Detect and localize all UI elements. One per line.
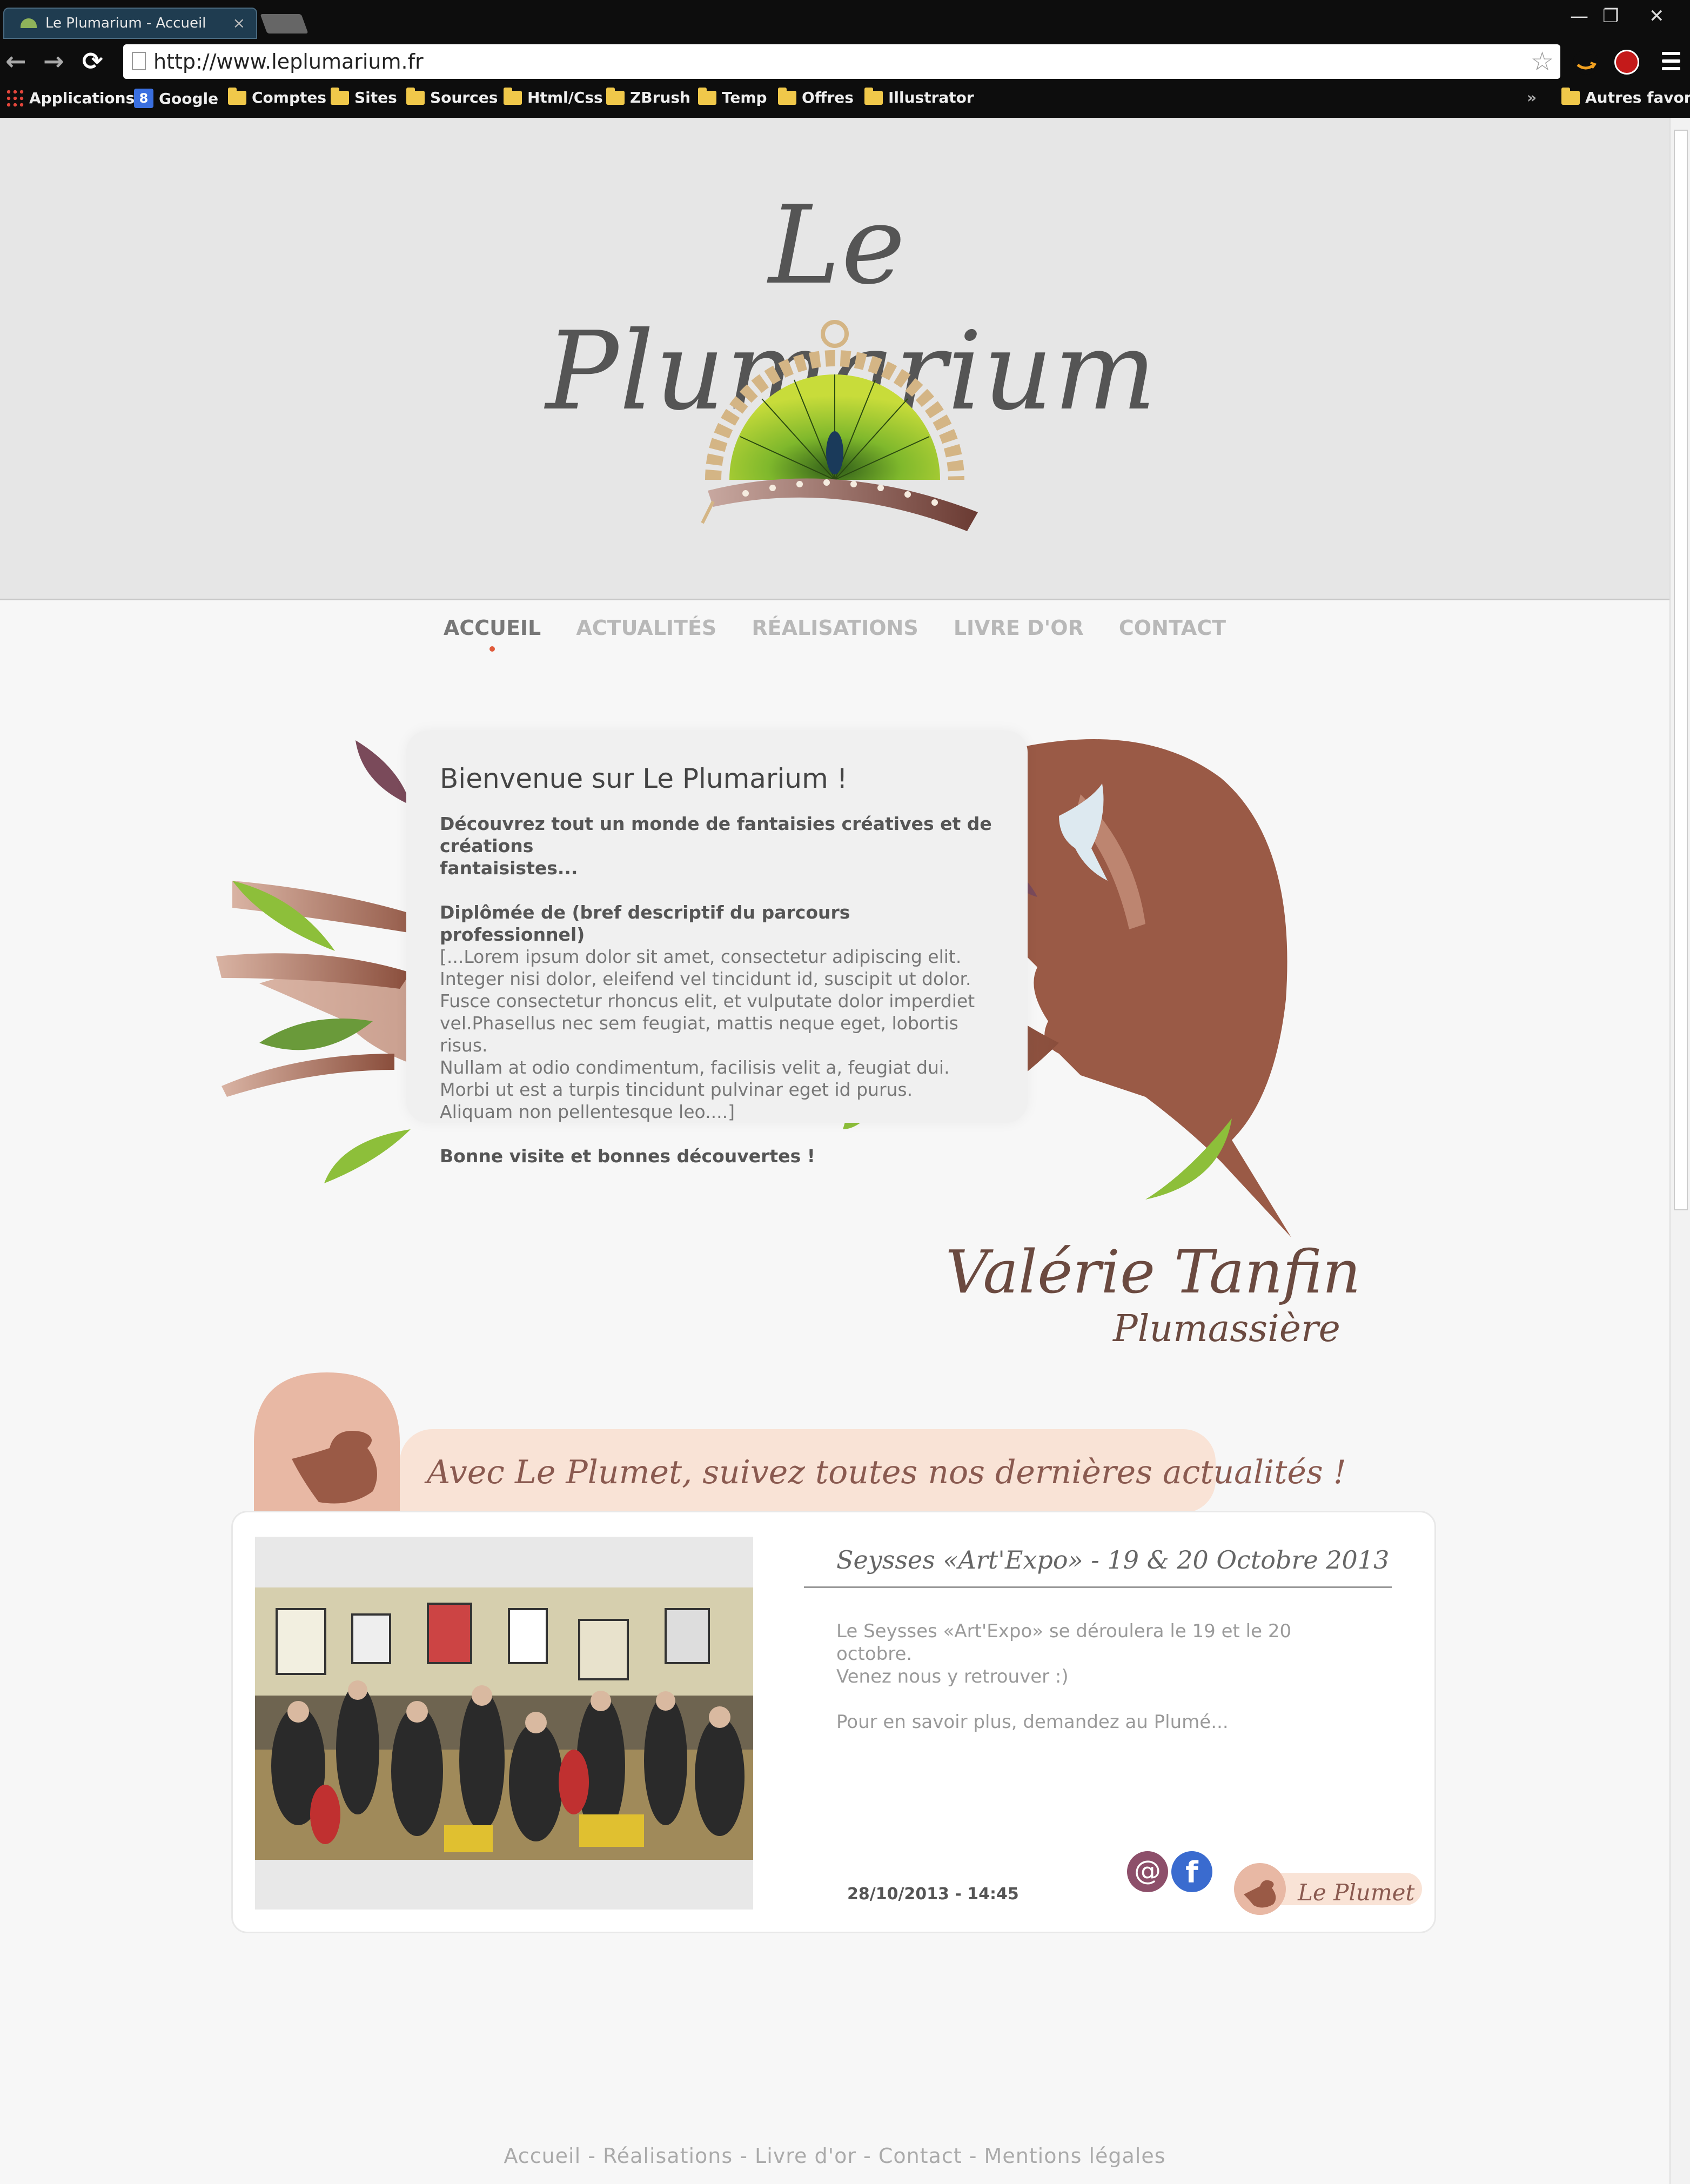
folder-icon — [606, 87, 625, 105]
menu-item-accueil[interactable]: ACCUEIL — [443, 616, 541, 652]
bookmark-star-icon[interactable]: ☆ — [1531, 46, 1554, 77]
menu-item-actualites[interactable]: ACTUALITÉS — [576, 616, 716, 640]
menu-item-realisations[interactable]: RÉALISATIONS — [752, 616, 918, 640]
welcome-text-line: vel.Phasellus nec sem feugiat, mattis ne… — [440, 1013, 958, 1056]
restore-button[interactable]: ❐ — [1602, 5, 1619, 27]
active-indicator-dot — [489, 646, 495, 652]
folder-icon — [1561, 87, 1580, 105]
bookmarks-overflow-button[interactable]: » — [1527, 89, 1537, 106]
le-plumet-tag-text: Le Plumet — [1298, 1879, 1415, 1906]
folder-icon — [504, 87, 522, 105]
folder-icon — [698, 87, 716, 105]
bookmark-label: Comptes — [252, 89, 327, 106]
bookmark-sources[interactable]: Sources — [406, 87, 498, 106]
bookmark-other-favorites[interactable]: Autres favoris — [1561, 87, 1690, 106]
new-tab-button[interactable] — [260, 14, 309, 34]
bookmark-htmlcss[interactable]: Html/Css — [504, 87, 603, 106]
bookmark-label: ZBrush — [630, 89, 690, 106]
bookmark-label: Illustrator — [888, 89, 974, 106]
welcome-text-line: Nullam at odio condimentum, facilisis ve… — [440, 1057, 950, 1078]
bookmarks-bar: Applications 8 Google Comptes Sites Sour… — [0, 85, 1690, 117]
bookmark-label: Sources — [430, 89, 498, 106]
forward-button[interactable]: → — [43, 46, 64, 76]
news-photo[interactable] — [255, 1587, 753, 1860]
news-title-divider — [804, 1586, 1392, 1588]
bookmark-temp[interactable]: Temp — [698, 87, 767, 106]
menu-label: RÉALISATIONS — [752, 616, 918, 640]
news-banner-text: Avec Le Plumet, suivez toutes nos derniè… — [427, 1453, 1346, 1491]
welcome-text-line: Integer nisi dolor, eleifend vel tincidu… — [440, 968, 971, 989]
page-scrollbar[interactable] — [1669, 118, 1690, 2184]
bookmark-label: Google — [159, 89, 219, 108]
bookmark-zbrush[interactable]: ZBrush — [606, 87, 690, 106]
site-favicon-icon — [21, 18, 37, 28]
news-body-line: Le Seysses «Art'Expo» se déroulera le 19… — [836, 1620, 1292, 1665]
amazon-extension-icon[interactable] — [1573, 50, 1598, 75]
tab-close-icon[interactable]: × — [233, 14, 245, 32]
browser-chrome: Le Plumarium - Accueil × — ❐ ✕ ← → ⟳ htt… — [0, 0, 1690, 118]
main-menu: ACCUEIL ACTUALITÉS RÉALISATIONS LIVRE D'… — [0, 616, 1669, 652]
bookmark-offres[interactable]: Offres — [778, 87, 854, 106]
bookmark-label: Html/Css — [527, 89, 603, 106]
signature-title: Plumassière — [1113, 1308, 1340, 1350]
adblock-extension-icon[interactable] — [1614, 50, 1639, 75]
share-email-icon[interactable]: @ — [1127, 1851, 1168, 1892]
welcome-closing: Bonne visite et bonnes découvertes ! — [440, 1145, 815, 1167]
site-header: Le Plumarium — [0, 118, 1669, 600]
news-body-line: Pour en savoir plus, demandez au Plumé..… — [836, 1711, 1229, 1733]
reload-button[interactable]: ⟳ — [82, 46, 103, 76]
bookmark-label: Applications — [29, 89, 135, 107]
menu-label: ACCUEIL — [443, 616, 541, 640]
folder-icon — [406, 87, 425, 105]
page-icon — [132, 52, 146, 70]
bookmark-sites[interactable]: Sites — [331, 87, 397, 106]
menu-label: LIVRE D'OR — [953, 616, 1084, 640]
welcome-intro-line: fantaisistes... — [440, 857, 578, 879]
url-text[interactable]: http://www.leplumarium.fr — [153, 50, 424, 73]
news-date: 28/10/2013 - 14:45 — [847, 1885, 1019, 1904]
welcome-text-line: Aliquam non pellentesque leo....] — [440, 1101, 735, 1122]
welcome-title: Bienvenue sur Le Plumarium ! — [440, 763, 848, 794]
footer-links[interactable]: Accueil - Réalisations - Livre d'or - Co… — [0, 2144, 1669, 2168]
welcome-intro-line: Découvrez tout un monde de fantaisies cr… — [440, 813, 992, 856]
bookmark-applications[interactable]: Applications — [5, 89, 135, 107]
address-bar[interactable]: http://www.leplumarium.fr ☆ — [123, 44, 1560, 79]
close-window-button[interactable]: ✕ — [1649, 5, 1665, 27]
apps-grid-icon — [5, 89, 24, 107]
news-body: Le Seysses «Art'Expo» se déroulera le 19… — [836, 1620, 1366, 1733]
signature-name: Valérie Tanfin — [945, 1237, 1361, 1307]
browser-menu-icon[interactable] — [1662, 52, 1680, 75]
menu-item-livre-dor[interactable]: LIVRE D'OR — [954, 616, 1084, 640]
back-button[interactable]: ← — [5, 46, 26, 76]
folder-icon — [228, 87, 246, 105]
folder-icon — [331, 87, 349, 105]
menu-label: ACTUALITÉS — [576, 616, 717, 640]
folder-icon — [864, 87, 883, 105]
tab-title: Le Plumarium - Accueil — [45, 15, 206, 31]
share-facebook-icon[interactable]: f — [1171, 1851, 1212, 1892]
google-icon: 8 — [134, 89, 153, 108]
welcome-card: Bienvenue sur Le Plumarium ! Découvrez t… — [406, 731, 1028, 1167]
welcome-text-line: Diplômée de (bref descriptif du parcours… — [440, 902, 850, 945]
browser-tab[interactable]: Le Plumarium - Accueil × — [3, 8, 257, 39]
news-body-line: Venez nous y retrouver :) — [836, 1666, 1069, 1687]
bookmark-illustrator[interactable]: Illustrator — [864, 87, 974, 106]
bookmark-label: Temp — [722, 89, 767, 106]
bookmark-comptes[interactable]: Comptes — [228, 87, 327, 106]
minimize-button[interactable]: — — [1570, 5, 1588, 27]
bookmark-google[interactable]: 8 Google — [134, 89, 218, 108]
bookmark-label: Sites — [354, 89, 397, 106]
bookmark-label: Offres — [802, 89, 854, 106]
folder-icon — [778, 87, 796, 105]
scrollbar-thumb[interactable] — [1674, 130, 1688, 1210]
news-banner — [254, 1372, 1216, 1513]
welcome-text-line: Morbi ut est a turpis tincidunt pulvinar… — [440, 1079, 913, 1100]
bookmark-label: Autres favoris — [1585, 89, 1690, 106]
menu-item-contact[interactable]: CONTACT — [1119, 616, 1226, 640]
welcome-text-line: [...Lorem ipsum dolor sit amet, consecte… — [440, 946, 962, 967]
news-title[interactable]: Seysses «Art'Expo» - 19 & 20 Octobre 201… — [836, 1545, 1389, 1575]
menu-label: CONTACT — [1118, 616, 1226, 640]
welcome-text-line: Fusce consectetur rhoncus elit, et vulpu… — [440, 990, 975, 1011]
peacock-fan-emblem — [701, 320, 978, 531]
